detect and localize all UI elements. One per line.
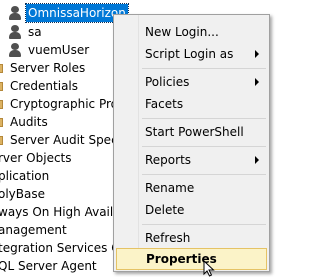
menu-item-label: New Login... — [145, 25, 219, 39]
context-menu: New Login... Script Login as Policies Fa… — [113, 14, 270, 272]
menu-item-label: Start PowerShell — [145, 125, 244, 139]
tree-node-server-objects[interactable]: rver Objects — [0, 149, 74, 167]
tree-node-label: Server Roles — [10, 61, 86, 75]
tree-node-cryptographic-providers[interactable]: Cryptographic Prov — [0, 95, 127, 113]
tree-node-audits[interactable]: Audits — [0, 113, 50, 131]
tree-node-label: vuemUser — [28, 43, 90, 57]
menu-item-label: Reports — [145, 153, 192, 167]
tree-node-management[interactable]: anagement — [0, 221, 69, 239]
tree-node-label: rver Objects — [0, 151, 72, 165]
tree-node-label: anagement — [0, 223, 67, 237]
user-icon — [8, 25, 22, 39]
tree-node-label: Audits — [10, 115, 48, 129]
menu-item-policies[interactable]: Policies — [116, 71, 267, 93]
menu-item-reports[interactable]: Reports — [116, 149, 267, 171]
menu-item-label: Delete — [145, 203, 185, 217]
menu-item-delete[interactable]: Delete — [116, 199, 267, 221]
menu-item-script-login-as[interactable]: Script Login as — [116, 43, 267, 65]
tree-node-label: plication — [0, 169, 50, 183]
tree-node-always-on-high-availability[interactable]: ways On High Availa — [0, 203, 123, 221]
folder-icon — [0, 97, 4, 111]
tree-node-label: Cryptographic Prov — [10, 97, 126, 111]
folder-icon — [0, 133, 4, 147]
tree-node-label: olyBase — [0, 187, 45, 201]
submenu-arrow-icon — [255, 50, 259, 58]
menu-separator — [142, 224, 266, 225]
menu-item-start-powershell[interactable]: Start PowerShell — [116, 121, 267, 143]
menu-item-label: Script Login as — [145, 47, 234, 61]
menu-separator — [142, 68, 266, 69]
menu-item-label: Facets — [145, 97, 184, 111]
tree-node-credentials[interactable]: Credentials — [0, 77, 80, 95]
tree-node-label: tegration Services Ca — [0, 241, 127, 255]
tree-node-server-audit-specifications[interactable]: Server Audit Specifi — [0, 131, 131, 149]
menu-item-new-login[interactable]: New Login... — [116, 21, 267, 43]
menu-separator — [142, 146, 266, 147]
tree-node-replication[interactable]: plication — [0, 167, 51, 185]
tree-node-label: QL Server Agent — [0, 259, 97, 273]
submenu-arrow-icon — [255, 78, 259, 86]
menu-item-facets[interactable]: Facets — [116, 93, 267, 115]
menu-item-rename[interactable]: Rename — [116, 177, 267, 199]
menu-item-label: Rename — [145, 181, 195, 195]
tree-node-login-vuemuser[interactable]: vuemUser — [8, 41, 91, 59]
tree-node-label: Credentials — [10, 79, 79, 93]
user-icon — [8, 43, 22, 57]
submenu-arrow-icon — [255, 156, 259, 164]
tree-node-label: ways On High Availa — [0, 205, 121, 219]
menu-item-label: Refresh — [145, 231, 191, 245]
menu-separator — [142, 118, 266, 119]
tree-node-login-sa[interactable]: sa — [8, 23, 44, 41]
folder-icon — [0, 61, 4, 75]
tree-node-sql-server-agent[interactable]: QL Server Agent — [0, 257, 99, 275]
tree-node-login-omnissahorizon[interactable]: OmnissaHorizon — [8, 3, 129, 23]
menu-separator — [142, 174, 266, 175]
folder-icon — [0, 115, 4, 129]
menu-item-properties[interactable]: Properties — [116, 248, 267, 270]
folder-icon — [0, 79, 4, 93]
user-icon — [8, 6, 22, 20]
tree-node-server-roles[interactable]: Server Roles — [0, 59, 87, 77]
mouse-pointer-icon — [203, 260, 215, 277]
menu-item-refresh[interactable]: Refresh — [116, 227, 267, 249]
menu-item-label: Policies — [145, 75, 190, 89]
tree-node-label: sa — [28, 25, 42, 39]
tree-node-polybase[interactable]: olyBase — [0, 185, 47, 203]
tree-node-integration-services-catalogs[interactable]: tegration Services Ca — [0, 239, 129, 257]
